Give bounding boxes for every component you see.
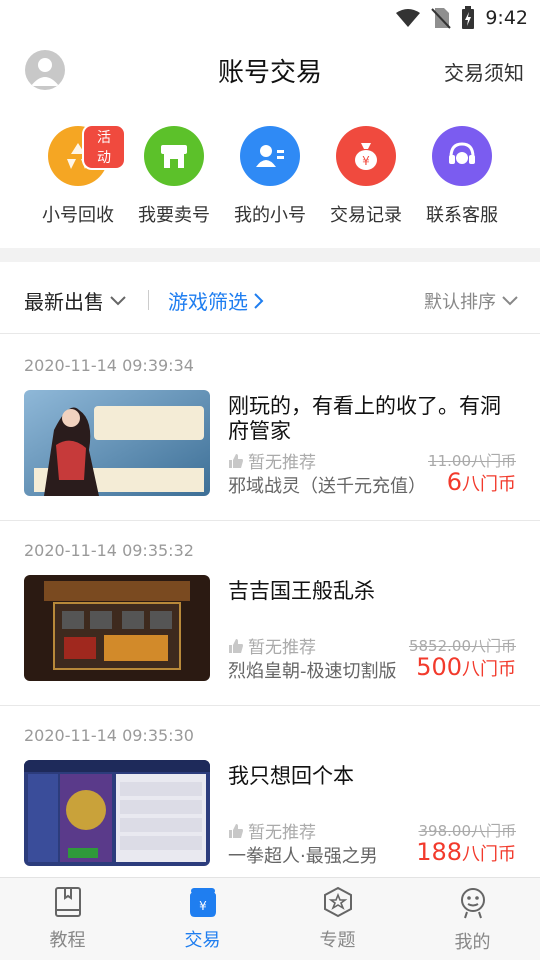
filter-separator — [148, 290, 149, 310]
latest-sale-dropdown[interactable]: 最新出售 — [24, 286, 126, 315]
listing-thumbnail — [24, 575, 210, 681]
header: 账号交易 交易须知 — [0, 40, 540, 100]
recommend-row: 暂无推荐 — [228, 818, 316, 843]
action-customer-service[interactable]: 联系客服 — [414, 126, 510, 236]
recommend-text: 暂无推荐 — [248, 453, 316, 473]
nav-label: 交易 — [184, 930, 221, 951]
svg-text:¥: ¥ — [362, 154, 370, 168]
action-trade-records[interactable]: ¥ 交易记录 — [318, 126, 414, 236]
sort-label: 默认排序 — [424, 292, 496, 313]
price-unit: 八门币 — [462, 844, 516, 865]
price-unit: 八门币 — [462, 659, 516, 680]
nav-label: 我的 — [454, 932, 491, 953]
svg-text:¥: ¥ — [199, 899, 207, 913]
recommend-row: 暂无推荐 — [228, 448, 316, 473]
no-sim-icon — [431, 8, 452, 29]
listing-game: 一拳超人·最强之男 — [228, 846, 378, 867]
action-recycle[interactable]: 活动 小号回收 — [30, 124, 126, 236]
listing-item[interactable]: 2020-11-14 09:35:30 我只想回个本 暂无推荐 一拳超人·最强之… — [0, 706, 540, 876]
money-bag-icon: ¥ — [336, 126, 396, 186]
action-label: 联系客服 — [426, 205, 498, 226]
listing-timestamp: 2020-11-14 09:35:32 — [24, 541, 194, 560]
bottom-nav: 教程 ¥ 交易 专题 我的 — [0, 877, 540, 960]
action-label: 我要卖号 — [138, 205, 210, 226]
game-filter-button[interactable]: 游戏筛选 — [168, 286, 264, 315]
thumbs-up-icon — [229, 823, 243, 838]
listing-item[interactable]: 2020-11-14 09:35:32 吉吉国王般乱杀 暂无推荐 烈焰皇朝-极速… — [0, 521, 540, 706]
nav-label: 专题 — [319, 930, 356, 951]
section-divider — [0, 248, 540, 262]
action-my-accounts[interactable]: 我的小号 — [222, 126, 318, 236]
nav-tutorial[interactable]: 教程 — [0, 878, 135, 960]
wallet-icon: ¥ — [189, 888, 216, 917]
quick-actions: 活动 小号回收 我要卖号 我的小号 ¥ 交易记录 联系客服 — [0, 124, 540, 236]
listing-timestamp: 2020-11-14 09:35:30 — [24, 726, 194, 745]
listing-title: 刚玩的，有看上的收了。有洞府管家 — [228, 394, 501, 443]
listing-timestamp: 2020-11-14 09:39:34 — [24, 356, 194, 375]
battery-charging-icon — [462, 6, 475, 29]
action-label: 交易记录 — [330, 205, 402, 226]
listing-game: 烈焰皇朝-极速切割版 — [228, 661, 397, 682]
price-value: 6 — [446, 468, 462, 496]
book-icon — [54, 887, 81, 917]
listing-title: 我只想回个本 — [228, 764, 354, 788]
nav-label: 教程 — [49, 930, 86, 951]
action-label: 我的小号 — [234, 205, 306, 226]
headset-icon — [432, 126, 492, 186]
price-value: 500 — [416, 653, 462, 681]
chevron-down-icon — [110, 295, 126, 305]
thumbs-up-icon — [229, 453, 243, 468]
listing-price: 188 八门币 — [416, 838, 516, 866]
listing-list: 2020-11-14 09:39:34 刚玩的，有看上的收了。有洞府管家 暂无推… — [0, 336, 540, 876]
sort-dropdown[interactable]: 默认排序 — [424, 288, 518, 314]
chevron-down-icon — [502, 296, 518, 306]
thumbs-up-icon — [229, 638, 243, 653]
listing-game: 邪域战灵（送千元充值） — [228, 476, 426, 497]
recommend-text: 暂无推荐 — [248, 638, 316, 658]
filter-bar: 最新出售 游戏筛选 默认排序 — [0, 262, 540, 334]
listing-title: 吉吉国王般乱杀 — [228, 579, 375, 603]
chevron-right-icon — [254, 292, 264, 309]
latest-sale-label: 最新出售 — [24, 290, 104, 314]
activity-badge: 活动 — [82, 124, 126, 170]
listing-price: 6 八门币 — [447, 468, 516, 496]
listing-item[interactable]: 2020-11-14 09:39:34 刚玩的，有看上的收了。有洞府管家 暂无推… — [0, 336, 540, 521]
smile-face-icon — [460, 888, 485, 919]
recommend-row: 暂无推荐 — [228, 633, 316, 658]
nav-topics[interactable]: 专题 — [270, 878, 405, 960]
trade-notice-link[interactable]: 交易须知 — [444, 57, 524, 86]
status-bar: 9:42 — [0, 0, 540, 36]
action-sell[interactable]: 我要卖号 — [126, 126, 222, 236]
wifi-icon — [396, 9, 421, 27]
game-filter-label: 游戏筛选 — [168, 290, 248, 314]
star-badge-icon — [323, 886, 352, 918]
price-value: 188 — [416, 838, 462, 866]
recommend-text: 暂无推荐 — [248, 823, 316, 843]
listing-thumbnail — [24, 760, 210, 866]
listing-thumbnail — [24, 390, 210, 496]
price-unit: 八门币 — [462, 474, 516, 495]
shop-icon — [144, 126, 204, 186]
action-label: 小号回收 — [42, 205, 114, 226]
account-card-icon — [240, 126, 300, 186]
clock: 9:42 — [485, 7, 528, 29]
nav-trade[interactable]: ¥ 交易 — [135, 878, 270, 960]
nav-mine[interactable]: 我的 — [405, 878, 540, 960]
listing-price: 500 八门币 — [416, 653, 516, 681]
